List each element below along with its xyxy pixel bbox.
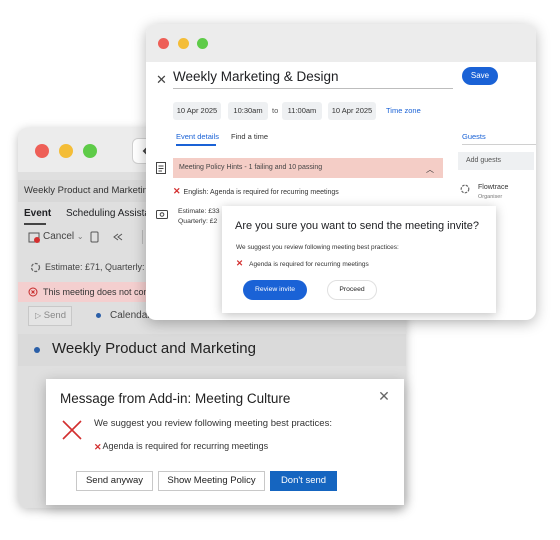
- flowtrace-icon: [30, 262, 41, 273]
- gcal-estimate: Estimate: £33 Quarterly: £2: [178, 207, 220, 227]
- confirm-suggest-text: We suggest you review following meeting …: [236, 244, 399, 251]
- title-color-dot: [34, 347, 40, 353]
- close-icon[interactable]: ✕: [377, 389, 391, 403]
- confirm-rule-item: ✕ Agenda is required for recurring meetin…: [236, 258, 369, 269]
- addin-dialog: Message from Add-in: Meeting Culture ✕ W…: [46, 379, 404, 505]
- tab-scheduling-assistant[interactable]: Scheduling Assistant: [66, 206, 158, 226]
- rule-fail-icon: ✕: [173, 186, 181, 196]
- toolbar-divider: [142, 230, 143, 244]
- addin-rule-item: ✕Agenda is required for recurring meetin…: [94, 441, 268, 452]
- window-minimize-dot[interactable]: [59, 144, 73, 158]
- chevron-up-icon[interactable]: ︿: [426, 164, 434, 175]
- calendar-selector[interactable]: Calendar: [110, 310, 151, 321]
- window-maximize-dot[interactable]: [83, 144, 97, 158]
- send-icon: ▷: [35, 311, 42, 320]
- start-time-chip[interactable]: 10:30am: [228, 102, 268, 120]
- document-icon: [156, 162, 166, 174]
- cancel-label: Cancel: [43, 231, 75, 242]
- guest-role: Organiser: [478, 194, 503, 200]
- rule-fail-icon: ✕: [236, 258, 244, 268]
- calendar-cancel-icon: [28, 232, 40, 243]
- guests-divider: [462, 144, 536, 145]
- close-icon[interactable]: ✕: [156, 72, 167, 88]
- end-time-chip[interactable]: 11:00am: [282, 102, 322, 120]
- addin-rule-text: Agenda is required for recurring meeting…: [102, 441, 269, 451]
- proceed-button[interactable]: Proceed: [327, 280, 377, 300]
- send-button[interactable]: ▷ Send: [28, 306, 72, 326]
- flowtrace-icon: [460, 184, 470, 194]
- add-guests-input[interactable]: Add guests: [458, 152, 534, 170]
- calendar-color-dot: [96, 313, 101, 318]
- send-anyway-button[interactable]: Send anyway: [76, 471, 153, 491]
- outlook-meeting-title[interactable]: Weekly Product and Marketing: [52, 340, 256, 357]
- estimate-line: Estimate: £33: [178, 208, 220, 215]
- reply-all-icon[interactable]: [112, 231, 124, 243]
- chevron-down-icon: ⌄: [76, 232, 84, 241]
- quarterly-line: Quarterly: £2: [178, 218, 218, 225]
- save-button[interactable]: Save: [462, 67, 498, 85]
- confirm-send-dialog: Are you sure you want to send the meetin…: [222, 206, 496, 313]
- money-icon: [156, 210, 168, 219]
- window-maximize-dot[interactable]: [197, 38, 208, 49]
- show-meeting-policy-button[interactable]: Show Meeting Policy: [158, 471, 265, 491]
- tab-find-a-time[interactable]: Find a time: [231, 132, 268, 141]
- gcal-titlebar: [146, 24, 536, 62]
- addin-suggest-text: We suggest you review following meeting …: [94, 418, 332, 429]
- gcal-rule-text: English: Agenda is required for recurrin…: [183, 189, 339, 196]
- gcal-event-title[interactable]: Weekly Marketing & Design: [173, 69, 339, 84]
- tab-event-details[interactable]: Event details: [176, 132, 219, 141]
- window-minimize-dot[interactable]: [178, 38, 189, 49]
- rule-fail-icon: ✕: [94, 442, 102, 452]
- cancel-button[interactable]: Cancel ⌄: [43, 231, 84, 242]
- title-underline: [173, 88, 453, 89]
- start-date-chip[interactable]: 10 Apr 2025: [173, 102, 221, 120]
- confirm-rule-text: Agenda is required for recurring meeting…: [249, 261, 369, 268]
- window-close-dot[interactable]: [158, 38, 169, 49]
- error-x-icon: [62, 420, 82, 440]
- guests-heading: Guests: [462, 132, 486, 141]
- end-date-chip[interactable]: 10 Apr 2025: [328, 102, 376, 120]
- policy-hints-bar[interactable]: Meeting Policy Hints - 1 failing and 10 …: [173, 158, 443, 178]
- dont-send-button[interactable]: Don't send: [270, 471, 337, 491]
- window-close-dot[interactable]: [35, 144, 49, 158]
- copy-icon[interactable]: [90, 231, 99, 243]
- outlook-title-row: Weekly Product and Marketing: [18, 334, 406, 366]
- gcal-rule-item: ✕ English: Agenda is required for recurri…: [173, 186, 339, 197]
- guest-name: Flowtrace: [478, 184, 509, 191]
- addin-dialog-title: Message from Add-in: Meeting Culture: [60, 391, 291, 406]
- confirm-dialog-title: Are you sure you want to send the meetin…: [235, 220, 479, 232]
- tab-underline: [24, 223, 46, 225]
- tab-underline: [176, 144, 216, 146]
- to-label: to: [272, 106, 279, 115]
- error-circle-icon: [28, 287, 38, 297]
- send-label: Send: [43, 310, 66, 321]
- review-invite-button[interactable]: Review invite: [243, 280, 307, 300]
- timezone-link[interactable]: Time zone: [386, 102, 421, 120]
